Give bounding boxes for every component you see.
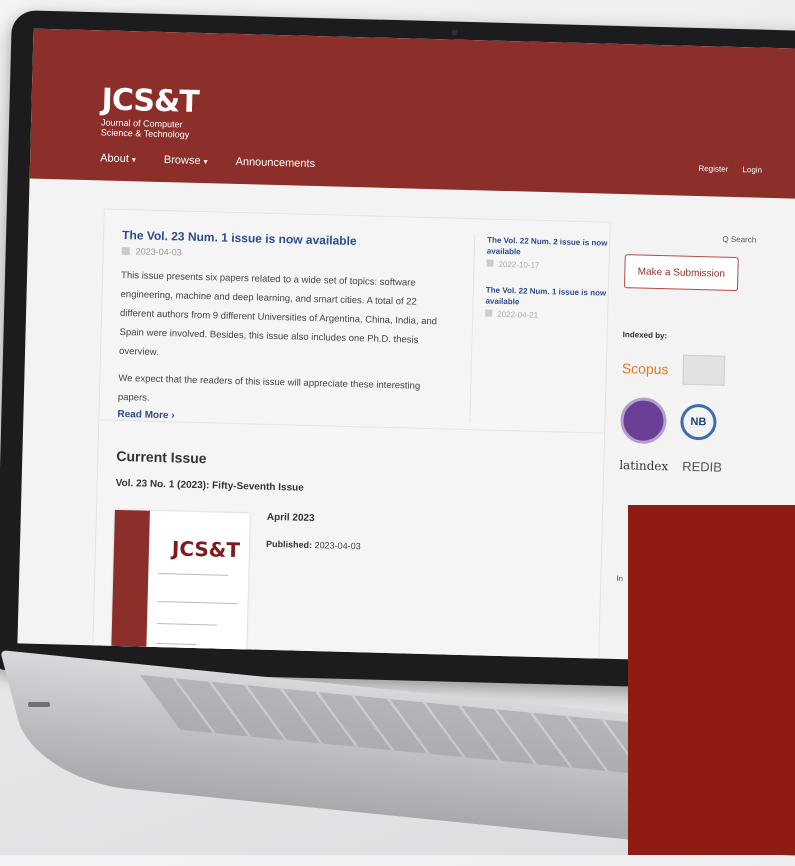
cover-strip xyxy=(110,509,150,665)
register-link[interactable]: Register xyxy=(698,164,728,174)
camera-icon xyxy=(451,29,458,36)
current-issue-heading: Current Issue xyxy=(116,447,207,467)
search-link[interactable]: Q Search xyxy=(722,235,756,245)
latindex-logo[interactable]: latindex xyxy=(619,458,668,473)
announcement-item: The Vol. 22 Num. 2 issue is now availabl… xyxy=(486,235,612,272)
nav-about[interactable]: About ▾ xyxy=(100,152,136,165)
indexed-by-label: Indexed by: xyxy=(622,330,668,341)
sidebar: Make a Submission Indexed by: Scopus NB … xyxy=(616,254,775,583)
caret-down-icon: ▾ xyxy=(131,155,137,165)
announcement-date: 2022-04-21 xyxy=(485,309,610,321)
cover-line xyxy=(157,601,238,605)
cover-line xyxy=(158,573,229,576)
index-logos-row: latindex REDIB xyxy=(619,457,769,476)
red-overlay-block xyxy=(628,505,795,855)
seal-badge-icon[interactable] xyxy=(619,397,668,445)
redib-logo[interactable]: REDIB xyxy=(682,459,722,475)
announcement-title[interactable]: The Vol. 22 Num. 1 issue is now availabl… xyxy=(485,285,611,310)
nb-logo[interactable]: NB xyxy=(679,403,717,441)
login-link[interactable]: Login xyxy=(742,165,762,175)
logo-main: JCS&T xyxy=(101,82,200,120)
sidebar-more-label: In xyxy=(616,574,624,584)
lead-announcement: The Vol. 23 Num. 1 issue is now availabl… xyxy=(117,228,452,429)
lead-announcement-body: This issue presents six papers related t… xyxy=(118,269,438,358)
issue-cover[interactable]: JCS&T xyxy=(110,509,250,665)
nav-about-label: About xyxy=(99,152,130,166)
usb-port-icon xyxy=(28,702,50,707)
site-header: JCS&T Journal of Computer Science & Tech… xyxy=(29,28,795,200)
published-info: Published: 2023-04-03 xyxy=(266,539,361,551)
announcement-title[interactable]: The Vol. 22 Num. 2 issue is now availabl… xyxy=(487,235,613,260)
nav-browse[interactable]: Browse ▾ xyxy=(164,154,208,167)
nav-announcements[interactable]: Announcements xyxy=(235,156,315,170)
make-submission-button[interactable]: Make a Submission xyxy=(623,254,739,292)
lead-announcement-body-2: We expect that the readers of this issue… xyxy=(117,372,421,404)
announcement-date: 2022-10-17 xyxy=(486,260,611,272)
caret-down-icon: ▾ xyxy=(203,157,208,167)
doaj-logo[interactable] xyxy=(682,354,725,386)
current-issue-volume[interactable]: Vol. 23 No. 1 (2023): Fifty-Seventh Issu… xyxy=(116,478,304,494)
scopus-logo[interactable]: Scopus xyxy=(622,360,669,377)
main-nav: About ▾ Browse ▾ Announcements xyxy=(100,152,315,170)
issue-date: April 2023 xyxy=(266,511,315,525)
announcement-item: The Vol. 22 Num. 1 issue is now availabl… xyxy=(485,285,611,322)
cover-line xyxy=(156,623,217,626)
published-date: 2023-04-03 xyxy=(314,540,361,552)
nav-browse-label: Browse xyxy=(163,154,201,167)
site-logo[interactable]: JCS&T Journal of Computer Science & Tech… xyxy=(100,82,200,140)
published-label: Published: xyxy=(265,538,313,551)
index-logos-row: Scopus xyxy=(621,353,772,387)
index-logos-row: NB xyxy=(619,397,771,447)
cover-logo: JCS&T xyxy=(171,536,241,563)
main-content: The Vol. 23 Num. 1 issue is now availabl… xyxy=(92,208,613,665)
user-nav: Register Login xyxy=(686,164,762,175)
announcement-list: The Vol. 22 Num. 2 issue is now availabl… xyxy=(469,234,613,426)
cover-line xyxy=(156,642,197,646)
logo-subtitle: Journal of Computer Science & Technology xyxy=(100,117,190,140)
